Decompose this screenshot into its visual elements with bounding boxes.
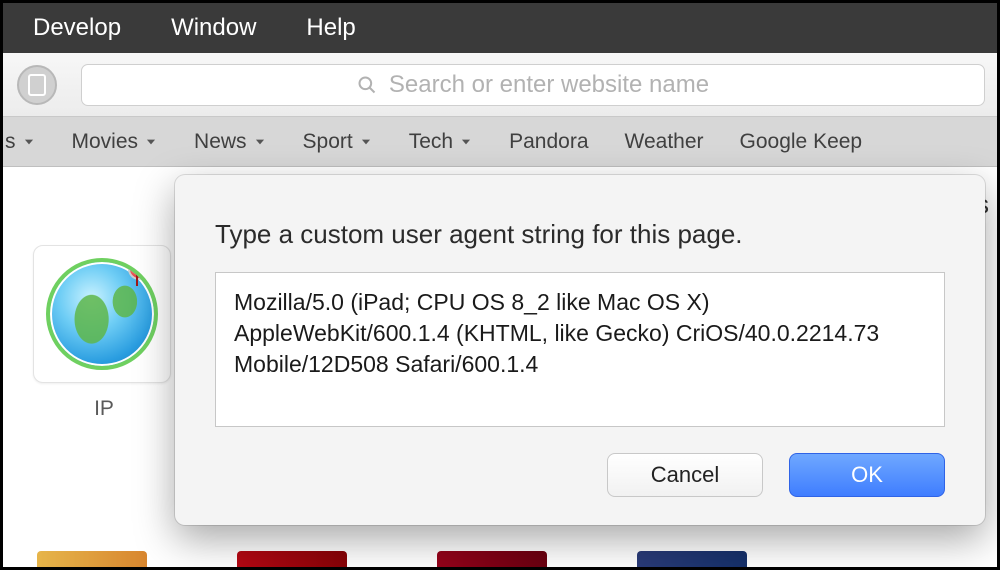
bookmark-item-news[interactable]: News: [194, 130, 267, 154]
dialog-title: Type a custom user agent string for this…: [215, 219, 945, 250]
dialog-button-row: Cancel OK: [215, 453, 945, 497]
bookmark-item-google-keep[interactable]: Google Keep: [740, 130, 863, 154]
bookmark-item-movies[interactable]: Movies: [72, 130, 159, 154]
cancel-button[interactable]: Cancel: [607, 453, 763, 497]
adblock-icon[interactable]: [17, 65, 57, 105]
chevron-down-icon: [253, 135, 267, 149]
topsite-tile-ip[interactable]: IP: [33, 245, 175, 421]
tile-fragment: [237, 551, 347, 567]
bookmark-label: News: [194, 130, 247, 154]
ok-button[interactable]: OK: [789, 453, 945, 497]
tile-label: IP: [33, 397, 175, 421]
chevron-down-icon: [144, 135, 158, 149]
bookmark-label: Sport: [303, 130, 353, 154]
menu-develop[interactable]: Develop: [33, 14, 121, 42]
bookmark-item-pandora[interactable]: Pandora: [509, 130, 588, 154]
bookmark-item-sport[interactable]: Sport: [303, 130, 373, 154]
app-frame: Develop Window Help Search or enter webs…: [0, 0, 1000, 570]
menu-help[interactable]: Help: [306, 14, 355, 42]
chevron-down-icon: [359, 135, 373, 149]
search-icon: [357, 75, 377, 95]
map-pin-icon: [124, 258, 150, 284]
tile-fragment: [637, 551, 747, 567]
menu-window[interactable]: Window: [171, 14, 256, 42]
menu-bar: Develop Window Help: [3, 3, 997, 53]
bookmark-label: s: [5, 130, 16, 154]
bookmark-item-weather[interactable]: Weather: [625, 130, 704, 154]
user-agent-input[interactable]: [215, 272, 945, 427]
user-agent-dialog: Type a custom user agent string for this…: [175, 175, 985, 525]
globe-icon: [46, 258, 158, 370]
bottom-tile-strip: [3, 537, 997, 567]
tile-fragment: [437, 551, 547, 567]
bookmark-label: Pandora: [509, 130, 588, 154]
tile-fragment: [37, 551, 147, 567]
bookmark-item-cut-left[interactable]: s: [5, 130, 36, 154]
bookmarks-bar: s Movies News Sport Tech Pandora Weather: [3, 117, 997, 167]
chevron-down-icon: [459, 135, 473, 149]
address-bar[interactable]: Search or enter website name: [81, 64, 985, 106]
bookmark-item-tech[interactable]: Tech: [409, 130, 473, 154]
chevron-down-icon: [22, 135, 36, 149]
bookmark-label: Tech: [409, 130, 453, 154]
bookmark-label: Movies: [72, 130, 139, 154]
toolbar: Search or enter website name: [3, 53, 997, 117]
bookmark-label: Google Keep: [740, 130, 863, 154]
bookmark-label: Weather: [625, 130, 704, 154]
address-placeholder: Search or enter website name: [389, 71, 709, 99]
tile-thumbnail: [33, 245, 171, 383]
